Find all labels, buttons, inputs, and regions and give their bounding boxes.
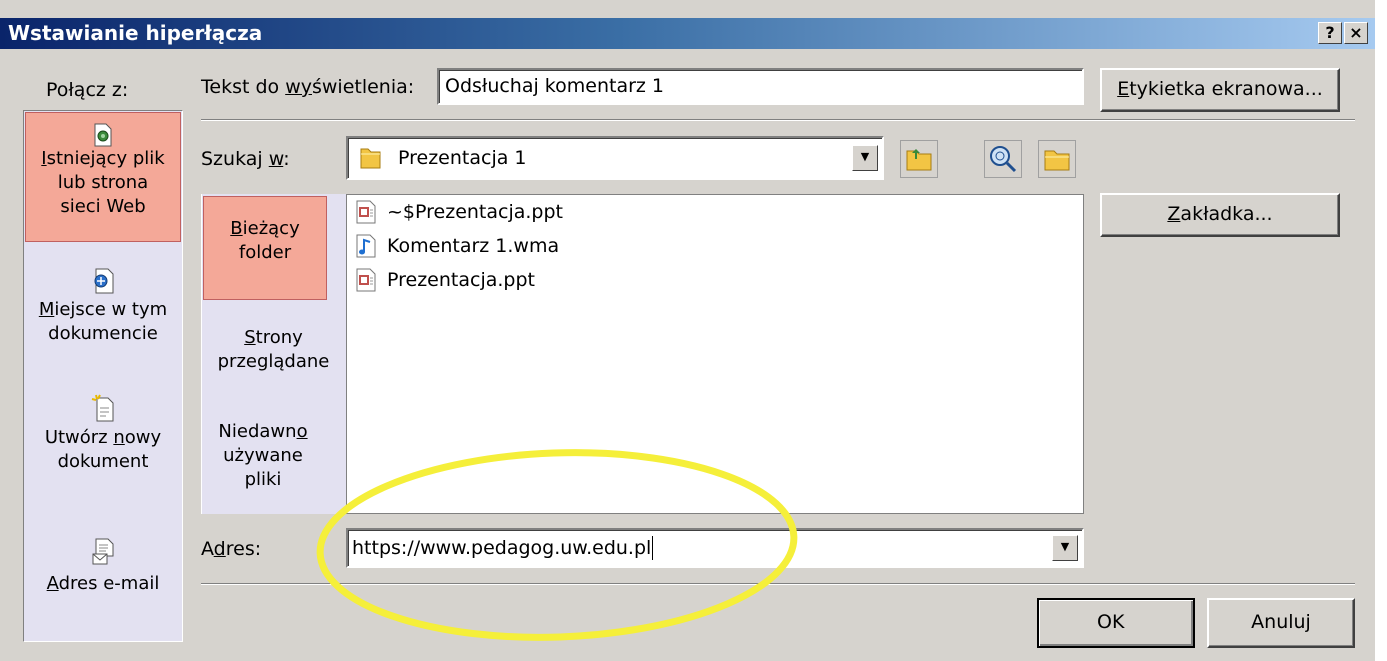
link-existing-file[interactable]: Istniejący plik lub strona sieci Web [25, 112, 181, 242]
address-input[interactable]: https://www.pedagog.uw.edu.pl [352, 537, 651, 559]
existing-file-icon [94, 123, 112, 147]
cancel-button[interactable]: Anuluj [1207, 598, 1355, 648]
browse-web-icon [990, 146, 1017, 173]
text-cursor [652, 536, 654, 560]
browse-web-button[interactable] [984, 140, 1022, 178]
list-item[interactable]: ~$Prezentacja.ppt [347, 195, 1083, 229]
tab-browsed-pages[interactable]: Strony przeglądane [201, 326, 346, 386]
folder-up-icon [906, 149, 932, 171]
file-list[interactable]: ~$Prezentacja.ppt Komentarz 1.wma Prezen… [346, 194, 1084, 514]
help-icon: ? [1325, 23, 1335, 42]
open-folder-icon [1044, 150, 1070, 171]
screentip-button[interactable]: Etykietka ekranowa... [1100, 68, 1340, 112]
address-label: Adres: [201, 538, 262, 560]
look-in-dropdown[interactable]: Prezentacja 1 ▼ [346, 136, 884, 180]
connect-to-label: Połącz z: [46, 79, 129, 101]
up-one-folder-button[interactable] [900, 140, 938, 178]
top-separator [201, 119, 1355, 121]
email-address-icon [92, 538, 114, 565]
bookmark-button[interactable]: Zakładka... [1100, 193, 1340, 237]
link-email-address[interactable]: Adres e-mail [25, 538, 181, 602]
place-in-document-icon [94, 268, 114, 294]
look-in-value: Prezentacja 1 [398, 147, 527, 169]
link-create-new-document[interactable]: Utwórz nowy dokument [25, 394, 181, 484]
powerpoint-file-icon [356, 268, 376, 292]
folder-icon [360, 148, 381, 169]
file-name: ~$Prezentacja.ppt [387, 201, 563, 223]
address-combobox[interactable]: https://www.pedagog.uw.edu.pl ▼ [346, 528, 1084, 568]
browse-file-button[interactable] [1038, 140, 1076, 178]
display-text-input[interactable]: Odsłuchaj komentarz 1 [437, 68, 1084, 105]
ok-button[interactable]: OK [1037, 598, 1195, 648]
close-icon: × [1349, 23, 1363, 42]
display-text-label: Tekst do wyświetlenia: [201, 76, 415, 98]
look-in-dropdown-arrow[interactable]: ▼ [852, 145, 878, 171]
look-in-label: Szukaj w: [201, 148, 290, 170]
close-button[interactable]: × [1344, 22, 1368, 44]
audio-file-icon [356, 234, 376, 258]
tab-current-folder[interactable]: Bieżący folder [203, 196, 327, 300]
dialog-title: Wstawianie hiperłącza [8, 21, 263, 45]
list-item[interactable]: Komentarz 1.wma [347, 229, 1083, 263]
powerpoint-file-icon [356, 200, 376, 224]
background-strip [1375, 0, 1387, 661]
list-item[interactable]: Prezentacja.ppt [347, 263, 1083, 297]
file-name: Komentarz 1.wma [387, 235, 560, 257]
tab-recent-files[interactable]: Niedawno używane pliki [201, 420, 325, 510]
file-name: Prezentacja.ppt [387, 269, 535, 291]
new-document-icon [91, 394, 114, 422]
bottom-separator [201, 583, 1355, 585]
link-place-in-document[interactable]: Miejsce w tym dokumencie [25, 268, 181, 358]
help-button[interactable]: ? [1318, 22, 1342, 44]
address-dropdown-arrow[interactable]: ▼ [1052, 535, 1078, 561]
